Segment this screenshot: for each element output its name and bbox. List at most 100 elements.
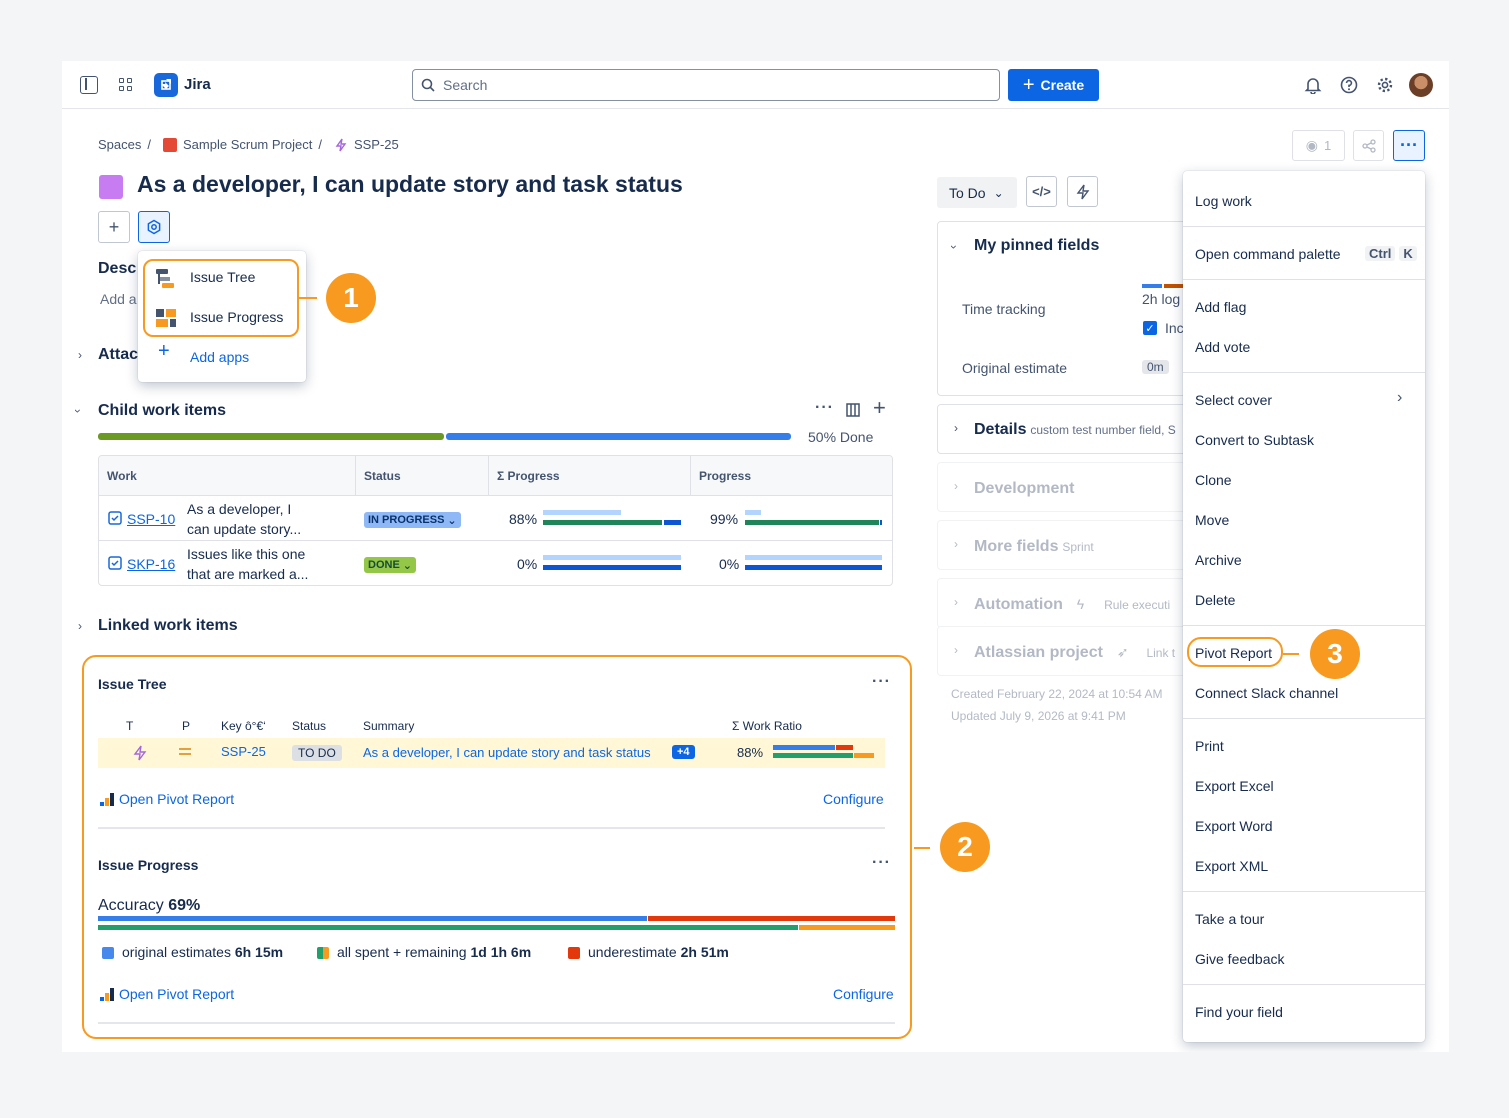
description-placeholder[interactable]: Add a — [100, 291, 137, 307]
share-button[interactable] — [1353, 130, 1384, 161]
status-lozenge[interactable]: DONE ⌄ — [364, 557, 416, 573]
notifications-bell-icon[interactable] — [1304, 76, 1322, 94]
original-estimate-value[interactable]: 0m — [1142, 360, 1169, 374]
more-actions-icon[interactable]: ··· — [815, 399, 834, 417]
include-subtasks-checkbox[interactable]: ✓ — [1143, 321, 1157, 335]
tree-summary-link[interactable]: As a developer, I can update story and t… — [363, 745, 651, 760]
more-fields-card[interactable]: › More fields Sprint — [937, 520, 1197, 570]
user-avatar[interactable] — [1409, 73, 1433, 97]
atlassian-project-card[interactable]: › Atlassian project ➶ Link t — [937, 626, 1197, 676]
col-header-sum-progress[interactable]: Σ Progress — [489, 456, 691, 496]
menu-item-add-vote[interactable]: Add vote — [1195, 339, 1250, 355]
chevron-right-icon[interactable]: › — [78, 619, 82, 633]
child-items-heading[interactable]: Child work items — [98, 402, 226, 420]
tree-status-lozenge[interactable]: TO DO — [292, 745, 342, 761]
details-header: Details custom test number field, S — [974, 421, 1176, 439]
chevron-down-icon[interactable]: › — [71, 409, 85, 413]
breadcrumb-project[interactable]: Sample Scrum Project — [183, 137, 312, 152]
menu-item-slack[interactable]: Connect Slack channel — [1195, 685, 1338, 701]
status-text: IN PROGRESS — [368, 514, 445, 526]
menu-item-print[interactable]: Print — [1195, 738, 1224, 754]
status-lozenge[interactable]: IN PROGRESS ⌄ — [364, 512, 461, 528]
more-actions-button[interactable]: ··· — [1393, 130, 1425, 161]
status-dropdown-button[interactable]: To Do ⌄ — [937, 177, 1017, 208]
open-pivot-report-link[interactable]: Open Pivot Report — [119, 791, 234, 807]
menu-item-export-xml[interactable]: Export XML — [1195, 858, 1268, 874]
menu-item-log-work[interactable]: Log work — [1195, 193, 1252, 209]
create-button[interactable]: + Create — [1008, 69, 1099, 101]
menu-separator — [1183, 984, 1425, 985]
watch-button[interactable]: ◉ 1 — [1292, 130, 1345, 161]
add-button[interactable]: + — [98, 211, 130, 243]
menu-item-delete[interactable]: Delete — [1195, 592, 1235, 608]
legend-value: 2h 51m — [680, 944, 729, 960]
automation-button[interactable] — [1067, 176, 1098, 207]
menu-item-give-feedback[interactable]: Give feedback — [1195, 951, 1285, 967]
menu-item-export-word[interactable]: Export Word — [1195, 818, 1273, 834]
details-card[interactable]: › Details custom test number field, S — [937, 404, 1197, 454]
tree-col-priority[interactable]: P — [182, 719, 190, 733]
menu-item-command-palette[interactable]: Open command palette — [1195, 246, 1341, 262]
settings-gear-icon[interactable] — [1376, 76, 1394, 94]
app-switcher-icon[interactable] — [119, 78, 133, 92]
table-row[interactable]: SSP-10 As a developer, I can update stor… — [99, 496, 892, 541]
tree-col-status[interactable]: Status — [292, 719, 326, 733]
remaining-bar — [799, 925, 895, 930]
share-icon — [1361, 138, 1376, 153]
chevron-right-icon[interactable]: › — [78, 348, 82, 362]
children-count-badge[interactable]: +4 — [672, 745, 695, 759]
configure-link[interactable]: Configure — [823, 791, 884, 807]
tree-col-work-ratio[interactable]: Σ Work Ratio — [732, 719, 802, 733]
callout-connector — [1283, 653, 1299, 655]
breadcrumb-issue-key[interactable]: SSP-25 — [354, 137, 399, 152]
tree-col-summary[interactable]: Summary — [363, 719, 414, 733]
description-heading: Desc — [98, 260, 137, 277]
sidebar-toggle-icon[interactable] — [80, 76, 98, 94]
col-header-status[interactable]: Status — [356, 456, 489, 496]
apps-button[interactable] — [138, 211, 170, 243]
menu-item-move[interactable]: Move — [1195, 512, 1229, 528]
code-icon-button[interactable]: </> — [1026, 176, 1057, 207]
open-pivot-report-link[interactable]: Open Pivot Report — [119, 986, 234, 1002]
breadcrumb-spaces[interactable]: Spaces — [98, 137, 141, 152]
add-child-icon[interactable]: + — [873, 395, 886, 421]
pinned-fields-heading[interactable]: My pinned fields — [974, 237, 1099, 255]
tree-row[interactable]: SSP-25 TO DO As a developer, I can updat… — [98, 738, 885, 768]
priority-medium-icon-line — [179, 753, 191, 755]
menu-item-add-flag[interactable]: Add flag — [1195, 299, 1246, 315]
tree-issue-key[interactable]: SSP-25 — [221, 744, 266, 759]
col-header-progress[interactable]: Progress — [691, 456, 892, 496]
menu-item-archive[interactable]: Archive — [1195, 552, 1242, 568]
menu-item-convert-subtask[interactable]: Convert to Subtask — [1195, 432, 1314, 448]
col-header-work[interactable]: Work — [99, 456, 356, 496]
menu-separator — [1183, 226, 1425, 227]
more-actions-icon[interactable]: ··· — [872, 854, 891, 872]
issue-key-link[interactable]: SKP-16 — [127, 556, 175, 572]
search-input[interactable]: Search — [412, 69, 1000, 101]
tree-col-type[interactable]: T — [126, 719, 133, 733]
app-name[interactable]: Jira — [184, 76, 211, 93]
underestimate-bar — [648, 916, 895, 921]
add-apps-link[interactable]: Add apps — [190, 349, 249, 365]
table-row[interactable]: SKP-16 Issues like this one that are mar… — [99, 542, 892, 585]
linked-items-heading[interactable]: Linked work items — [98, 617, 238, 635]
attachments-heading[interactable]: Attac — [98, 346, 138, 364]
menu-item-find-field[interactable]: Find your field — [1195, 1004, 1283, 1020]
time-logged-value[interactable]: 2h log — [1142, 291, 1180, 307]
help-icon[interactable] — [1340, 76, 1358, 94]
more-actions-icon[interactable]: ··· — [872, 673, 891, 691]
menu-item-take-tour[interactable]: Take a tour — [1195, 911, 1264, 927]
done-progress-fill — [98, 433, 444, 440]
jira-logo-icon[interactable] — [154, 73, 178, 97]
configure-link[interactable]: Configure — [833, 986, 894, 1002]
chevron-down-icon[interactable]: › — [947, 245, 961, 249]
menu-item-export-excel[interactable]: Export Excel — [1195, 778, 1274, 794]
issue-title[interactable]: As a developer, I can update story and t… — [137, 171, 683, 198]
menu-item-clone[interactable]: Clone — [1195, 472, 1232, 488]
columns-icon[interactable] — [846, 403, 860, 417]
issue-key-link[interactable]: SSP-10 — [127, 511, 175, 527]
tree-col-key[interactable]: Key ô°€‘ — [221, 719, 266, 733]
automation-card[interactable]: › Automation ϟ Rule executi — [937, 578, 1197, 628]
development-card[interactable]: › Development — [937, 462, 1197, 512]
menu-item-select-cover[interactable]: Select cover — [1195, 392, 1272, 408]
